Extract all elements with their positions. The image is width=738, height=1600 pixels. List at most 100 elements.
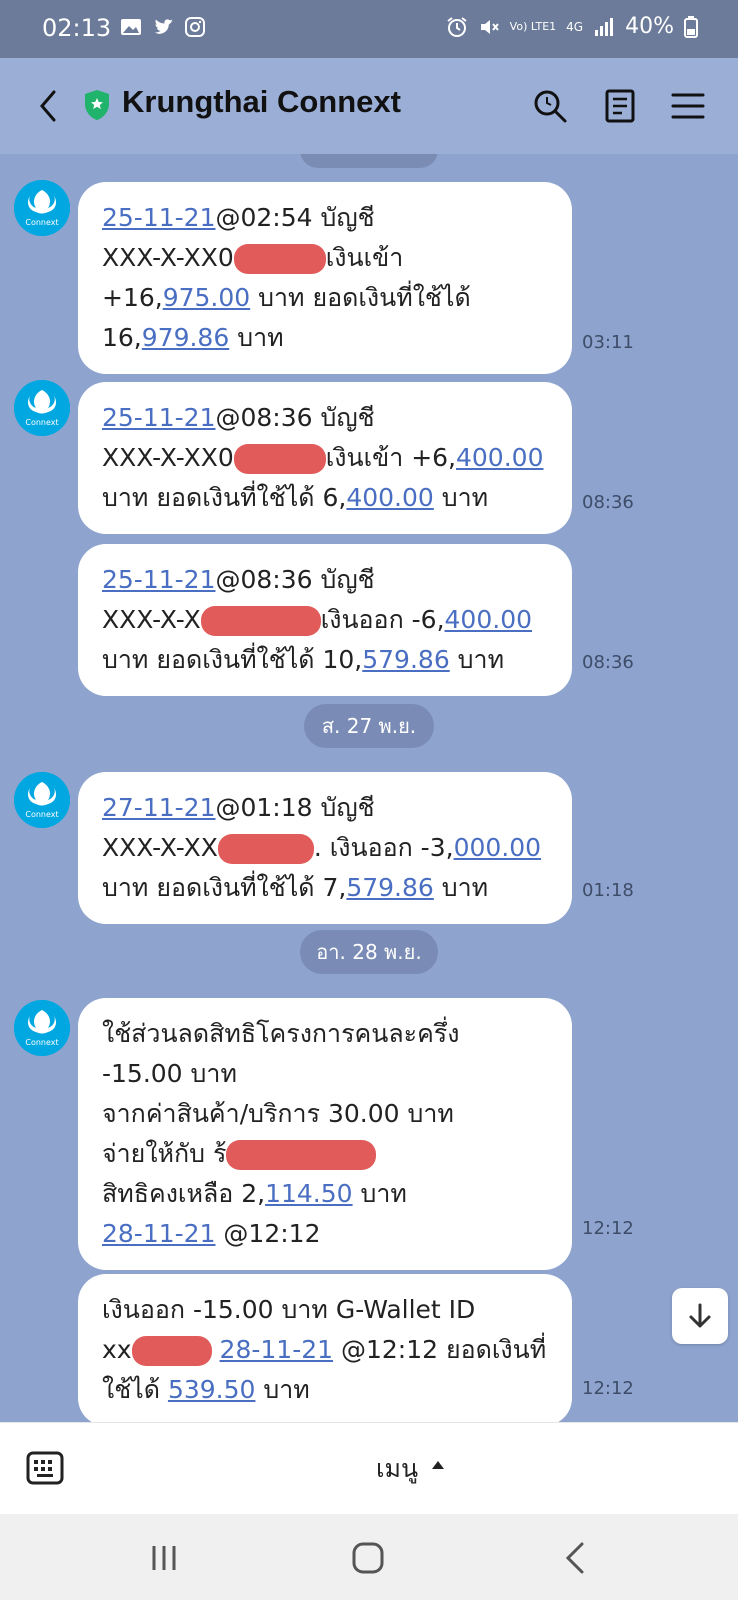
message-line: บาท ยอดเงินที่ใช้ได้ 10,579.86 บาท xyxy=(102,640,550,680)
redacted-mark xyxy=(226,1140,377,1170)
message-line: 25-11-21@02:54 บัญชี xyxy=(102,198,550,238)
message-text: xx xyxy=(102,1335,132,1364)
message-link[interactable]: 25-11-21 xyxy=(102,203,215,232)
search-icon[interactable] xyxy=(530,86,570,126)
mute-icon xyxy=(480,19,499,34)
message-line: จากค่าสินค้า/บริการ 30.00 บาท xyxy=(102,1094,550,1134)
back-nav-icon[interactable] xyxy=(556,1538,596,1578)
message-bubble[interactable]: ใช้ส่วนลดสิทธิโครงการคนละครึ่ง -15.00 บาท… xyxy=(78,998,572,1270)
message-text: @01:18 บัญชี xyxy=(215,793,375,822)
message-link[interactable]: 400.00 xyxy=(456,443,543,472)
status-bar: 02:13 Vo) LTE1 4G 40% xyxy=(0,0,738,58)
message-link[interactable]: 25-11-21 xyxy=(102,565,215,594)
svg-text:Connext: Connext xyxy=(25,418,58,427)
caret-up-icon[interactable] xyxy=(432,1461,444,1469)
signal-icon xyxy=(595,17,614,36)
bot-avatar[interactable]: Connext xyxy=(14,380,70,436)
status-right: Vo) LTE1 4G 40% xyxy=(446,14,698,39)
message-time: 12:12 xyxy=(582,1378,634,1399)
message-time: 12:12 xyxy=(582,1218,634,1239)
message-line: xx 28-11-21 @12:12 ยอดเงินที่ xyxy=(102,1330,550,1370)
message-line: XXX-X-XX0 เงินเข้า xyxy=(102,238,550,278)
rich-menu-bar: เมนู xyxy=(0,1422,738,1514)
svg-text:Connext: Connext xyxy=(25,218,58,227)
message-line: +16,975.00 บาท ยอดเงินที่ใช้ได้ xyxy=(102,278,550,318)
message-time: 08:36 xyxy=(582,492,634,513)
redacted-mark xyxy=(233,444,326,474)
message-bubble[interactable]: 27-11-21@01:18 บัญชี XXX-X-XX . เงินออก -3… xyxy=(78,772,572,924)
message-line: XXX-X-XX . เงินออก -3,000.00 xyxy=(102,828,550,868)
message-text: เงินเข้า xyxy=(325,243,404,272)
message-text: บาท xyxy=(433,483,489,512)
message-text: ใช้ได้ xyxy=(102,1375,168,1404)
chat-area[interactable]: Connext 25-11-21@02:54 บัญชี XXX-X-XX0 เงิ… xyxy=(0,154,738,1422)
krungthai-logo-icon: Connext xyxy=(14,180,70,236)
gallery-icon xyxy=(121,19,141,35)
message-link[interactable]: 979.86 xyxy=(142,323,229,352)
message-text: XXX-X-X xyxy=(102,605,201,634)
message-link[interactable]: 114.50 xyxy=(265,1179,352,1208)
message-text: บาท ยอดเงินที่ใช้ได้ 6, xyxy=(102,483,347,512)
message-link[interactable]: 400.00 xyxy=(346,483,433,512)
bot-avatar[interactable]: Connext xyxy=(14,180,70,236)
message-time: 03:11 xyxy=(582,332,634,353)
battery-percent: 40% xyxy=(625,14,674,39)
message-bubble[interactable]: 25-11-21@08:36 บัญชี XXX-X-XX0 เงินเข้า +6… xyxy=(78,382,572,534)
message-link[interactable]: 28-11-21 xyxy=(102,1219,215,1248)
message-line: 28-11-21 @12:12 xyxy=(102,1214,550,1254)
message-line: XXX-X-X เงินออก -6,400.00 xyxy=(102,600,550,640)
message-link[interactable]: 579.86 xyxy=(346,873,433,902)
message-line: XXX-X-XX0 เงินเข้า +6,400.00 xyxy=(102,438,550,478)
menu-toggle-label[interactable]: เมนู xyxy=(376,1449,418,1489)
message-text: XXX-X-XX xyxy=(102,833,218,862)
message-text: XXX-X-XX0 xyxy=(102,443,234,472)
message-link[interactable]: 579.86 xyxy=(362,645,449,674)
message-line: ใช้ส่วนลดสิทธิโครงการคนละครึ่ง xyxy=(102,1014,550,1054)
home-icon[interactable] xyxy=(348,1538,388,1578)
message-line: สิทธิคงเหลือ 2,114.50 บาท xyxy=(102,1174,550,1214)
date-separator-partial xyxy=(300,154,438,168)
message-time: 08:36 xyxy=(582,652,634,673)
message-text: บาท xyxy=(433,873,489,902)
message-text: XXX-X-XX0 xyxy=(102,243,234,272)
message-link[interactable]: 000.00 xyxy=(454,833,541,862)
message-text: @12:12 ยอดเงินที่ xyxy=(333,1335,547,1364)
message-bubble[interactable]: 25-11-21@02:54 บัญชี XXX-X-XX0 เงินเข้า +16… xyxy=(78,182,572,374)
message-link[interactable]: 28-11-21 xyxy=(220,1335,333,1364)
menu-icon[interactable] xyxy=(668,86,708,126)
message-bubble[interactable]: 25-11-21@08:36 บัญชี XXX-X-X เงินออก -6,40… xyxy=(78,544,572,696)
instagram-icon xyxy=(185,17,205,37)
shield-icon xyxy=(85,90,109,120)
message-text: +16, xyxy=(102,283,163,312)
bot-avatar[interactable]: Connext xyxy=(14,772,70,828)
message-text: จากค่าสินค้า/บริการ 30.00 บาท xyxy=(102,1099,454,1128)
status-left-icons xyxy=(120,16,206,38)
bot-avatar[interactable]: Connext xyxy=(14,1000,70,1056)
back-icon[interactable] xyxy=(34,88,64,124)
svg-text:Connext: Connext xyxy=(25,1038,58,1047)
message-line: เงินออก -15.00 บาท G-Wallet ID xyxy=(102,1290,550,1330)
message-time: 01:18 xyxy=(582,880,634,901)
message-link[interactable]: 975.00 xyxy=(163,283,250,312)
message-link[interactable]: 539.50 xyxy=(168,1375,255,1404)
message-link[interactable]: 27-11-21 xyxy=(102,793,215,822)
notes-icon[interactable] xyxy=(600,86,640,126)
message-text: เงินออก -15.00 บาท G-Wallet ID xyxy=(102,1295,476,1324)
scroll-down-button[interactable] xyxy=(672,1288,728,1344)
message-text: บาท ยอดเงินที่ใช้ได้ 7, xyxy=(102,873,347,902)
message-link[interactable]: 400.00 xyxy=(445,605,532,634)
message-bubble[interactable]: เงินออก -15.00 บาท G-Wallet ID xx 28-11-2… xyxy=(78,1274,572,1422)
redacted-mark xyxy=(131,1336,212,1366)
message-link[interactable]: 25-11-21 xyxy=(102,403,215,432)
message-text: บาท xyxy=(352,1179,407,1208)
svg-text:Connext: Connext xyxy=(25,810,58,819)
message-text: บาท xyxy=(255,1375,310,1404)
twitter-icon xyxy=(154,19,173,34)
message-line: 25-11-21@08:36 บัญชี xyxy=(102,398,550,438)
krungthai-logo-icon: Connext xyxy=(14,772,70,828)
keyboard-icon[interactable] xyxy=(26,1451,64,1485)
redacted-mark xyxy=(217,834,314,864)
message-text: -15.00 บาท xyxy=(102,1059,237,1088)
message-text: @08:36 บัญชี xyxy=(215,565,375,594)
recent-apps-icon[interactable] xyxy=(144,1538,184,1578)
